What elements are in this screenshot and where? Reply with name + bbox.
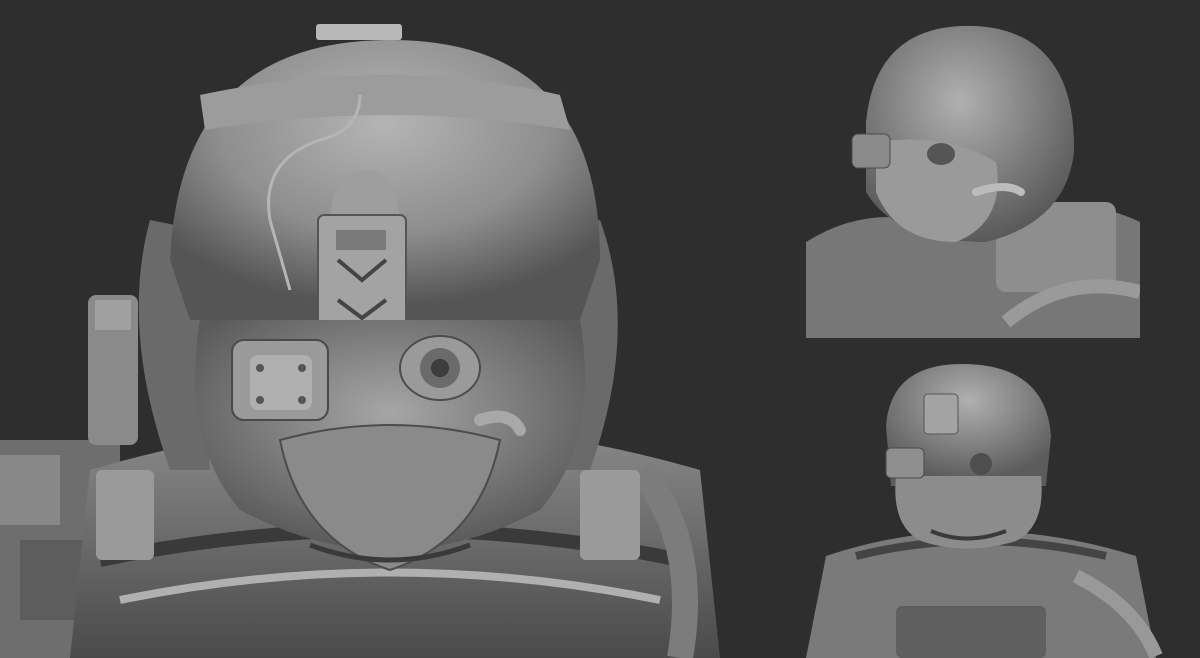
top-clip: [316, 24, 402, 40]
left-shoulder-block: [96, 470, 154, 560]
right-eye: [399, 335, 481, 401]
bust-eye: [970, 453, 992, 475]
three-quarter-view: [806, 22, 1140, 338]
bust-chest-plate: [896, 606, 1046, 658]
monocle-device: [231, 339, 329, 421]
bust-monocle: [885, 447, 925, 479]
bust-view: [806, 356, 1166, 658]
inset-top-eye: [927, 143, 955, 165]
right-shoulder-block: [580, 470, 640, 560]
bust-render: [806, 356, 1166, 658]
front-closeup-view: [0, 0, 780, 658]
front-closeup-render: [0, 24, 720, 658]
three-quarter-render: [806, 22, 1140, 338]
inset-top-monocle: [851, 133, 891, 169]
bust-nvg-mount: [923, 393, 959, 435]
